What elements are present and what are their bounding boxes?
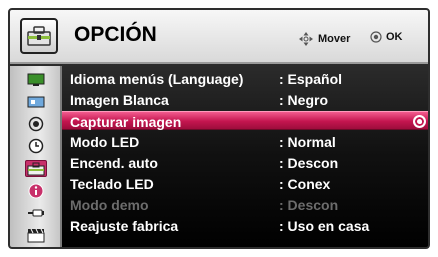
menu-row-factory-reset[interactable]: Reajuste fabrica : Uso en casa xyxy=(62,216,428,235)
info-icon[interactable] xyxy=(25,182,47,199)
toolbox-icon xyxy=(20,18,58,54)
row-label: Modo demo xyxy=(70,197,149,213)
dpad-icon xyxy=(299,32,313,46)
menu-header: OPCIÓN Mover OK xyxy=(10,10,428,64)
row-label: Reajuste fabrica xyxy=(70,218,179,234)
option-icon[interactable] xyxy=(25,160,47,177)
enter-icon xyxy=(413,115,426,128)
row-value: : Negro xyxy=(279,92,328,108)
ok-hint: OK xyxy=(370,31,403,43)
menu-row-demo-mode: Modo demo : Descon xyxy=(62,195,428,214)
menu-title: OPCIÓN xyxy=(74,23,157,46)
media-icon[interactable] xyxy=(25,226,47,243)
move-hint: Mover xyxy=(298,31,350,47)
move-hint-label: Mover xyxy=(318,33,351,45)
menu-row-capture-image[interactable]: Capturar imagen xyxy=(62,111,428,130)
display-icon[interactable] xyxy=(25,93,47,110)
category-sidebar xyxy=(10,66,62,247)
row-value: : Conex xyxy=(279,176,331,192)
audio-icon[interactable] xyxy=(25,115,47,132)
picture-icon[interactable] xyxy=(25,71,47,88)
row-label: Teclado LED xyxy=(70,176,154,192)
row-label: Encend. auto xyxy=(70,155,158,171)
time-icon[interactable] xyxy=(25,137,47,154)
ok-hint-label: OK xyxy=(386,31,403,43)
menu-row-keypad-led[interactable]: Teclado LED : Conex xyxy=(62,174,428,193)
row-value: : Normal xyxy=(279,134,336,150)
menu-row-auto-power[interactable]: Encend. auto : Descon xyxy=(62,153,428,172)
row-label: Imagen Blanca xyxy=(70,92,169,108)
row-label: Idioma menús (Language) xyxy=(70,71,244,87)
ok-button-icon xyxy=(370,31,382,43)
row-value: : Uso en casa xyxy=(279,218,370,234)
menu-row-white-image[interactable]: Imagen Blanca : Negro xyxy=(62,90,428,109)
row-value: : Español xyxy=(279,71,343,87)
input-icon[interactable] xyxy=(25,204,47,221)
row-value: : Descon xyxy=(279,197,339,213)
row-value: : Descon xyxy=(279,155,339,171)
osd-menu-window: OPCIÓN Mover OK Idioma menús (Language) … xyxy=(8,8,430,249)
menu-row-led-mode[interactable]: Modo LED : Normal xyxy=(62,132,428,151)
menu-row-language[interactable]: Idioma menús (Language) : Español xyxy=(62,69,428,88)
options-list: Idioma menús (Language) : Español Imagen… xyxy=(62,66,428,247)
row-label: Capturar imagen xyxy=(70,114,182,130)
row-label: Modo LED xyxy=(70,134,140,150)
